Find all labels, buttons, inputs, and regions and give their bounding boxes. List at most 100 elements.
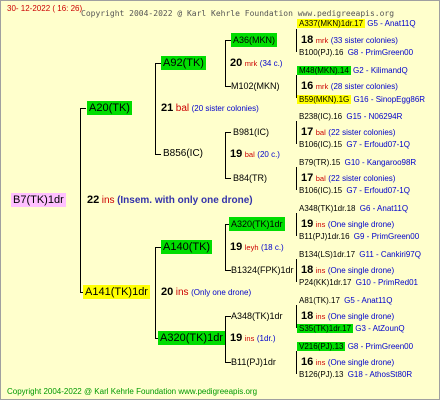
node-g3-1[interactable]: B856(IC) <box>161 147 205 161</box>
g5-row-12: A81(TK).17 G5 - Anat11Q <box>297 295 392 307</box>
g5-row-11: P24(KK)1dr.17 G10 - PrimRed01 <box>297 277 418 289</box>
copyright-footer: Copyright 2004-2022 @ Karl Kehrle Founda… <box>7 387 258 396</box>
node-g5-1[interactable]: B100(PJ).16 <box>297 48 345 57</box>
g4-7-note: (One single drone) <box>327 358 395 367</box>
node-g3-3[interactable]: A320(TK)1dr <box>158 331 225 345</box>
g5-12-code: G5 - Anat11Q <box>344 296 393 305</box>
g5-8-code: G6 - Anat11Q <box>359 204 409 213</box>
node-g4-0[interactable]: A36(MKN) <box>231 33 278 47</box>
node-g4-6[interactable]: A348(TK)1dr <box>229 309 285 323</box>
g4-3-num: 17 <box>301 172 314 184</box>
node-g4-3[interactable]: B84(TR) <box>231 171 269 185</box>
g4-7-info: 16 ins (One single drone) <box>301 355 394 370</box>
root-note: (Insem. with only one drone) <box>117 195 253 206</box>
pedigree-chart: Copyright 2004-2022 @ Karl Kehrle Founda… <box>0 0 440 400</box>
g4-3-note: (22 sister colonies) <box>328 174 396 183</box>
g4-2-info: 17 bal (22 sister colonies) <box>301 125 395 140</box>
node-g5-6[interactable]: B79(TR).15 <box>297 158 342 167</box>
g4-1-note: (28 sister colonies) <box>330 82 398 91</box>
node-g5-13[interactable]: S35(TK)1dr.17 <box>297 324 354 333</box>
date-stamp: 30- 12-2022 ( 16: 26) <box>7 4 83 13</box>
upper-num: 21 <box>161 102 174 114</box>
g5-row-8: A348(TK)1dr.18 G6 - Anat11Q <box>297 203 408 215</box>
connector <box>80 108 86 109</box>
node-g5-2[interactable]: M48(MKN).14 <box>297 66 351 75</box>
g5-14-code: G8 - PrimGreen00 <box>347 342 414 351</box>
g5-row-3: B59(MKN).1G G16 - SinopEgg86R <box>297 94 425 106</box>
g4-5-ins: ins <box>315 266 326 275</box>
g3-3-info: 19 ins (1dr.) <box>230 331 276 346</box>
node-g5-12[interactable]: A81(TK).17 <box>297 296 342 305</box>
g5-row-15: B126(PJ).13 G18 - AthosSt80R <box>297 369 412 381</box>
g5-row-7: B106(IC).15 G7 - Erfoud07-1Q <box>297 185 410 197</box>
node-g5-7[interactable]: B106(IC).15 <box>297 186 344 195</box>
root-ins: ins <box>101 195 115 206</box>
node-g5-3[interactable]: B59(MKN).1G <box>297 95 352 104</box>
g4-4-num: 19 <box>301 218 314 230</box>
g5-3-code: G16 - SinopEgg86R <box>353 95 426 104</box>
g3-3-num: 19 <box>230 332 243 344</box>
g5-row-6: B79(TR).15 G10 - Kangaroo98R <box>297 157 416 169</box>
upper-info: 21 bal (20 sister colonies) <box>161 101 259 116</box>
node-root[interactable]: B7(TK)1dr <box>11 193 66 207</box>
g5-row-5: B106(IC).15 G7 - Erfoud07-1Q <box>297 139 410 151</box>
g5-row-0: A337(MKN)1dr.17 G5 - Anat11Q <box>297 18 416 30</box>
g5-row-4: B238(IC).16 G15 - N06294R <box>297 111 402 123</box>
g5-4-code: G15 - N06294R <box>346 112 403 121</box>
g5-11-code: G10 - PrimRed01 <box>355 278 418 287</box>
g4-1-info: 16 mrk (28 sister colonies) <box>301 79 398 94</box>
g5-2-code: G2 - KilimandQ <box>353 66 408 75</box>
lower-info: 20 ins (Only one drone) <box>161 285 251 300</box>
g5-0-code: G5 - Anat11Q <box>367 19 416 28</box>
g5-row-13: S35(TK)1dr.17 G3 - AtZounQ <box>297 323 405 335</box>
node-g5-10[interactable]: B134(LS)1dr.17 <box>297 250 357 259</box>
node-g5-8[interactable]: A348(TK)1dr.18 <box>297 204 357 213</box>
node-g5-9[interactable]: B11(PJ)1dr.16 <box>297 232 352 241</box>
root-num: 22 <box>87 194 100 206</box>
node-g4-1[interactable]: M102(MKN) <box>229 79 282 93</box>
node-g5-4[interactable]: B238(IC).16 <box>297 112 344 121</box>
node-g4-2[interactable]: B981(IC) <box>231 125 271 139</box>
g4-6-note: (One single drone) <box>327 312 395 321</box>
g3-2-note: (18 c.) <box>261 243 284 252</box>
connector <box>80 108 81 292</box>
g3-0-note: (34 c.) <box>259 59 283 68</box>
node-g5-0[interactable]: A337(MKN)1dr.17 <box>297 19 366 28</box>
g5-13-code: G3 - AtZounQ <box>355 324 405 333</box>
g4-0-num: 18 <box>301 34 314 46</box>
node-g4-5[interactable]: B1324(FPK)1dr <box>229 263 296 277</box>
node-g5-5[interactable]: B106(IC).15 <box>297 140 344 149</box>
g5-7-code: G7 - Erfoud07-1Q <box>346 186 410 195</box>
g3-2-info: 19 leyh (18 c.) <box>230 240 284 255</box>
g4-2-ins: bal <box>315 128 326 137</box>
upper-ins: bal <box>175 103 190 114</box>
node-g4-4[interactable]: A320(TK)1dr <box>229 217 285 231</box>
connector <box>225 316 226 362</box>
g3-1-note: (20 c.) <box>257 150 280 159</box>
g4-0-info: 18 mrk (33 sister colonies) <box>301 33 398 48</box>
g4-4-ins: ins <box>315 220 326 229</box>
node-g3-2[interactable]: A140(TK) <box>161 240 213 254</box>
g4-2-note: (22 sister colonies) <box>328 128 396 137</box>
g4-2-num: 17 <box>301 126 314 138</box>
node-g5-11[interactable]: P24(KK)1dr.17 <box>297 278 353 287</box>
lower-note: (Only one drone) <box>191 288 252 297</box>
g5-15-code: G18 - AthosSt80R <box>347 370 413 379</box>
watermark: Copyright 2004-2022 @ Karl Kehrle Founda… <box>81 9 395 18</box>
root-info: 22 ins (Insem. with only one drone) <box>87 193 253 208</box>
node-g4-7[interactable]: B11(PJ)1dr <box>229 355 278 369</box>
g4-3-ins: bal <box>315 174 326 183</box>
g3-2-ins: leyh <box>244 243 259 252</box>
g4-5-num: 18 <box>301 264 314 276</box>
connector <box>225 132 226 178</box>
g4-7-num: 16 <box>301 356 314 368</box>
node-g5-15[interactable]: B126(PJ).13 <box>297 370 345 379</box>
node-g5-14[interactable]: V216(PJ).13 <box>297 342 346 351</box>
lower-ins: ins <box>175 287 189 298</box>
g5-9-code: G9 - PrimGreen00 <box>353 232 420 241</box>
connector <box>155 247 156 338</box>
node-g3-0[interactable]: A92(TK) <box>161 56 206 70</box>
node-lower[interactable]: A141(TK)1dr <box>83 285 150 299</box>
node-upper[interactable]: A20(TK) <box>87 101 132 115</box>
g4-6-num: 18 <box>301 310 314 322</box>
